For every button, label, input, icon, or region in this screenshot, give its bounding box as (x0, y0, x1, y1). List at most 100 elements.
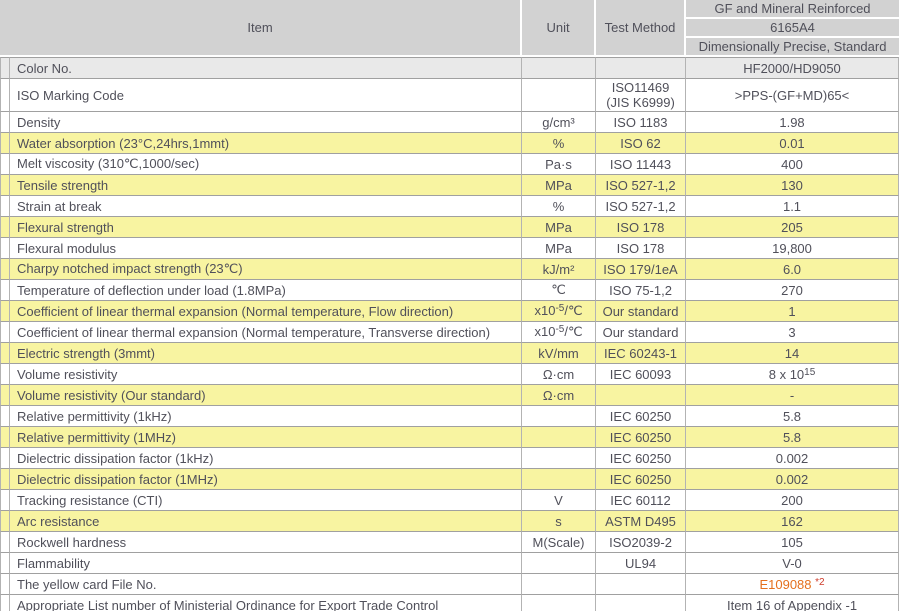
row-indent-cell (0, 196, 10, 217)
test-method-cell: ASTM D495 (596, 511, 686, 532)
unit-cell: Ω·cm (522, 385, 596, 406)
unit-cell: % (522, 196, 596, 217)
row-indent-cell (0, 259, 10, 280)
row-indent-cell (0, 532, 10, 553)
test-method-cell (596, 574, 686, 595)
row-indent-cell (0, 79, 10, 112)
row-indent-cell (0, 364, 10, 385)
unit-cell: M(Scale) (522, 532, 596, 553)
row-indent-cell (0, 217, 10, 238)
row-indent-cell (0, 427, 10, 448)
unit-cell: x10-5/℃ (522, 301, 596, 322)
value-cell: 6.0 (686, 259, 899, 280)
item-cell: Coefficient of linear thermal expansion … (10, 322, 522, 343)
header-row-1: Item Unit Test Method GF and Mineral Rei… (0, 0, 899, 19)
row-indent-cell (0, 301, 10, 322)
product-type-header: Dimensionally Precise, Standard (686, 38, 899, 57)
unit-cell (522, 57, 596, 79)
table-row: Flexural modulus MPa ISO 178 19,800 (0, 238, 899, 259)
value-cell: 0.002 (686, 469, 899, 490)
item-cell: Flammability (10, 553, 522, 574)
product-family-header: GF and Mineral Reinforced (686, 0, 899, 19)
test-method-cell: IEC 60250 (596, 427, 686, 448)
table-row: Volume resistivity Ω·cm IEC 60093 8 x 10… (0, 364, 899, 385)
unit-cell (522, 469, 596, 490)
unit-cell: V (522, 490, 596, 511)
value-cell: 3 (686, 322, 899, 343)
unit-cell (522, 448, 596, 469)
table-row: Temperature of deflection under load (1.… (0, 280, 899, 301)
row-indent-cell (0, 448, 10, 469)
item-cell: Water absorption (23°C,24hrs,1mmt) (10, 133, 522, 154)
test-method-cell: ISO 1183 (596, 112, 686, 133)
unit-cell: g/cm³ (522, 112, 596, 133)
table-row: Water absorption (23°C,24hrs,1mmt) % ISO… (0, 133, 899, 154)
item-cell: Flexural strength (10, 217, 522, 238)
item-column-header: Item (0, 0, 522, 57)
unit-cell: MPa (522, 175, 596, 196)
value-cell: 130 (686, 175, 899, 196)
unit-cell: x10-5/℃ (522, 322, 596, 343)
row-indent-cell (0, 112, 10, 133)
table-row: Dielectric dissipation factor (1kHz) IEC… (0, 448, 899, 469)
value-cell: >PPS-(GF+MD)65< (686, 79, 899, 112)
table-row: Melt viscosity (310℃,1000/sec) Pa·s ISO … (0, 154, 899, 175)
item-cell: Volume resistivity (Our standard) (10, 385, 522, 406)
test-method-cell: ISO 178 (596, 217, 686, 238)
row-indent-cell (0, 57, 10, 79)
item-cell: Volume resistivity (10, 364, 522, 385)
row-indent-cell (0, 595, 10, 611)
value-cell: 205 (686, 217, 899, 238)
item-cell: Color No. (10, 57, 522, 79)
unit-cell: MPa (522, 217, 596, 238)
value-cell: 19,800 (686, 238, 899, 259)
test-method-cell: IEC 60243-1 (596, 343, 686, 364)
item-cell: Coefficient of linear thermal expansion … (10, 301, 522, 322)
item-cell: Appropriate List number of Ministerial O… (10, 595, 522, 611)
test-method-cell (596, 385, 686, 406)
item-cell: Melt viscosity (310℃,1000/sec) (10, 154, 522, 175)
item-cell: Strain at break (10, 196, 522, 217)
table-row: The yellow card File No. E109088 *2 (0, 574, 899, 595)
value-cell: 5.8 (686, 427, 899, 448)
table-row: Flammability UL94 V-0 (0, 553, 899, 574)
row-indent-cell (0, 574, 10, 595)
item-cell: The yellow card File No. (10, 574, 522, 595)
value-cell: 5.8 (686, 406, 899, 427)
item-cell: Rockwell hardness (10, 532, 522, 553)
test-method-cell: ISO 178 (596, 238, 686, 259)
unit-cell: % (522, 133, 596, 154)
property-table-body: Color No. HF2000/HD9050 ISO Marking Code… (0, 57, 899, 611)
value-cell: - (686, 385, 899, 406)
test-method-cell: ISO 11443 (596, 154, 686, 175)
table-row: Relative permittivity (1MHz) IEC 60250 5… (0, 427, 899, 448)
value-cell: Item 16 of Appendix -1 (686, 595, 899, 611)
unit-cell: Ω·cm (522, 364, 596, 385)
table-row: Tensile strength MPa ISO 527-1,2 130 (0, 175, 899, 196)
test-method-cell: Our standard (596, 322, 686, 343)
table-row: Arc resistance s ASTM D495 162 (0, 511, 899, 532)
table-row: Strain at break % ISO 527-1,2 1.1 (0, 196, 899, 217)
item-cell: Dielectric dissipation factor (1MHz) (10, 469, 522, 490)
table-row: ISO Marking Code ISO11469 (JIS K6999) >P… (0, 79, 899, 112)
product-grade-header: 6165A4 (686, 19, 899, 38)
table-row: Charpy notched impact strength (23℃) kJ/… (0, 259, 899, 280)
unit-cell: kV/mm (522, 343, 596, 364)
unit-cell: MPa (522, 238, 596, 259)
value-cell: 162 (686, 511, 899, 532)
row-indent-cell (0, 385, 10, 406)
table-header: Item Unit Test Method GF and Mineral Rei… (0, 0, 899, 57)
table-row: Tracking resistance (CTI) V IEC 60112 20… (0, 490, 899, 511)
unit-cell (522, 79, 596, 112)
table-row: Rockwell hardness M(Scale) ISO2039-2 105 (0, 532, 899, 553)
test-method-cell: ISO11469 (JIS K6999) (596, 79, 686, 112)
datasheet-page: Item Unit Test Method GF and Mineral Rei… (0, 0, 900, 611)
item-cell: Density (10, 112, 522, 133)
table-row: Coefficient of linear thermal expansion … (0, 301, 899, 322)
test-method-cell: ISO2039-2 (596, 532, 686, 553)
unit-cell: s (522, 511, 596, 532)
test-method-cell (596, 57, 686, 79)
item-cell: Tracking resistance (CTI) (10, 490, 522, 511)
table-row: Dielectric dissipation factor (1MHz) IEC… (0, 469, 899, 490)
value-cell: 0.002 (686, 448, 899, 469)
